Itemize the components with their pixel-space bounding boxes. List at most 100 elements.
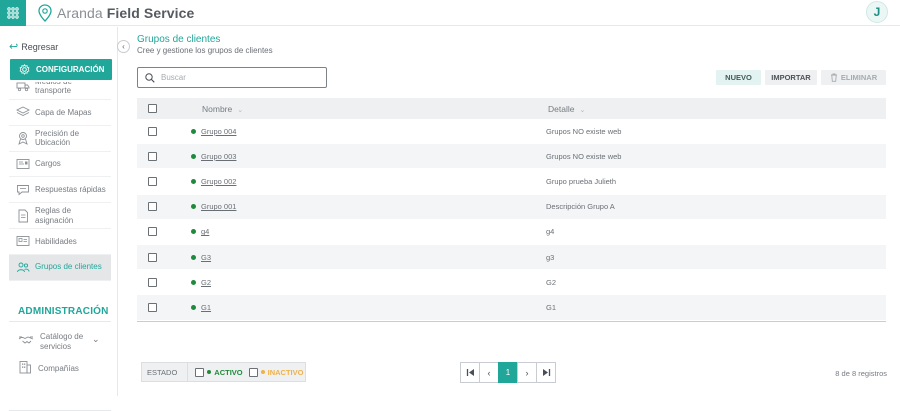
page-title: Grupos de clientes	[137, 34, 221, 45]
row-checkbox[interactable]	[147, 126, 157, 136]
first-page-button[interactable]	[460, 362, 480, 383]
status-active-dot	[190, 229, 196, 235]
records-count: 8 de 8 registros	[835, 369, 887, 378]
select-all-checkbox[interactable]	[147, 104, 157, 113]
filter-inactive[interactable]: INACTIVO	[248, 367, 304, 377]
group-name-link[interactable]: Grupo 003	[201, 152, 236, 161]
group-detail: Grupos NO existe web	[546, 126, 622, 136]
table-row[interactable]: Grupo 002 Grupo prueba Julieth	[137, 169, 886, 195]
status-active-dot	[190, 178, 196, 184]
column-header-detail[interactable]: Detalle ⌄	[548, 104, 848, 114]
filter-inactive-label: INACTIVO	[267, 367, 304, 377]
last-page-button[interactable]	[536, 362, 556, 383]
group-detail: G2	[546, 277, 557, 287]
building-icon	[18, 360, 32, 377]
row-checkbox[interactable]	[147, 151, 157, 161]
sidebar-item-label: Respuestas rápidas	[35, 185, 106, 195]
group-detail: Grupos NO existe web	[546, 151, 622, 161]
select-all-cell	[137, 104, 165, 113]
chevron-down-icon: ⌄	[579, 106, 586, 114]
sidebar-item-skills[interactable]: Habilidades	[9, 229, 111, 255]
sidebar-item-label: Compañías	[38, 363, 79, 373]
status-active-dot	[207, 370, 212, 374]
configuration-button[interactable]: CONFIGURACIÓN	[10, 59, 112, 80]
filter-active-checkbox[interactable]	[195, 367, 205, 377]
sidebar-item-map-layers[interactable]: Capa de Mapas	[9, 100, 111, 126]
divider	[187, 362, 189, 382]
row-checkbox[interactable]	[147, 202, 157, 212]
sidebar-item-quick-responses[interactable]: Respuestas rápidas	[9, 177, 111, 204]
back-link[interactable]: ↩ Regresar	[9, 40, 58, 53]
search-icon	[145, 72, 155, 83]
group-name-link[interactable]: Grupo 004	[201, 127, 236, 136]
divider	[137, 320, 886, 322]
table-row[interactable]: Grupo 004 Grupos NO existe web	[137, 119, 886, 145]
sidebar: ↩ Regresar CONFIGURACIÓN Medios de trans…	[0, 27, 118, 411]
collapse-sidebar-button[interactable]: ‹	[117, 40, 130, 53]
status-inactive-dot	[260, 370, 265, 374]
filter-inactive-checkbox[interactable]	[248, 367, 258, 377]
sidebar-item-transport[interactable]: Medios de transporte	[9, 82, 111, 100]
main-content: Grupos de clientes Cree y gestione los g…	[130, 27, 900, 396]
column-header-name[interactable]: Nombre ⌄	[202, 104, 548, 114]
group-name-link[interactable]: g4	[201, 227, 209, 236]
configuration-label: CONFIGURACIÓN	[36, 65, 105, 74]
group-detail: Descripción Grupo A	[546, 202, 615, 212]
status-active-dot	[190, 254, 196, 260]
chevron-left-icon: ‹	[122, 42, 125, 51]
status-active-dot	[190, 128, 196, 134]
sidebar-item-positions[interactable]: Cargos	[9, 152, 111, 178]
row-checkbox[interactable]	[147, 227, 157, 237]
sidebar-item-client-groups[interactable]: Grupos de clientes	[9, 254, 111, 281]
table-row[interactable]: G3 g3	[137, 244, 886, 271]
page-button-current[interactable]: 1	[498, 362, 518, 383]
sidebar-item-label: Habilidades	[35, 236, 77, 246]
group-name-link[interactable]: G1	[201, 303, 211, 312]
sidebar-item-assignment-rules[interactable]: Reglas de asignación	[9, 203, 111, 229]
new-button[interactable]: NUEVO	[716, 70, 761, 85]
row-checkbox[interactable]	[147, 302, 157, 312]
table-header: Nombre ⌄ Detalle ⌄	[137, 98, 886, 119]
sidebar-item-companies[interactable]: Compañías	[18, 360, 79, 377]
sidebar-item-label: Catálogo de servicios	[40, 332, 84, 351]
truck-icon	[16, 82, 30, 93]
table-row[interactable]: G2 G2	[137, 270, 886, 296]
group-detail: g4	[546, 227, 555, 237]
row-checkbox[interactable]	[147, 176, 157, 186]
table-row[interactable]: Grupo 001 Descripción Grupo A	[137, 194, 886, 220]
status-filter-label: ESTADO	[147, 367, 178, 377]
import-button[interactable]: IMPORTAR	[765, 70, 817, 85]
status-active-dot	[190, 204, 196, 210]
group-name-link[interactable]: G3	[201, 253, 211, 262]
search-input[interactable]	[161, 73, 321, 82]
status-active-dot	[190, 279, 196, 285]
id-card-icon	[16, 157, 30, 171]
configuration-menu: Medios de transporte Capa de Mapas Preci…	[9, 82, 111, 290]
group-name-link[interactable]: G2	[201, 278, 211, 287]
location-pin-icon	[16, 131, 30, 146]
user-avatar[interactable]: J	[866, 1, 888, 23]
filter-active-label: ACTIVO	[214, 367, 243, 377]
apps-menu-button[interactable]	[0, 0, 26, 26]
group-name-link[interactable]: Grupo 001	[201, 202, 236, 211]
delete-button[interactable]: ELIMINAR	[821, 70, 886, 85]
handshake-icon	[18, 334, 34, 349]
row-checkbox[interactable]	[147, 277, 157, 287]
previous-page-button[interactable]: ‹	[479, 362, 499, 383]
filter-active[interactable]: ACTIVO	[195, 367, 243, 377]
next-page-button[interactable]: ›	[517, 362, 537, 383]
sidebar-item-service-catalog[interactable]: Catálogo de servicios ⌄	[18, 332, 100, 351]
chat-icon	[16, 183, 30, 197]
layers-icon	[16, 105, 30, 119]
sidebar-item-label: Precisión de Ubicación	[35, 128, 80, 148]
divider	[9, 321, 111, 322]
row-checkbox[interactable]	[147, 252, 157, 262]
group-name-link[interactable]: Grupo 002	[201, 177, 236, 186]
table-row[interactable]: Grupo 003 Grupos NO existe web	[137, 144, 886, 170]
sidebar-item-label: Capa de Mapas	[35, 107, 92, 117]
group-detail: g3	[546, 252, 555, 262]
chevron-down-icon[interactable]: ⌄	[92, 334, 100, 345]
table-row[interactable]: G1 G1	[137, 295, 886, 321]
table-row[interactable]: g4 g4	[137, 220, 886, 245]
sidebar-item-location-precision[interactable]: Precisión de Ubicación	[9, 126, 111, 152]
